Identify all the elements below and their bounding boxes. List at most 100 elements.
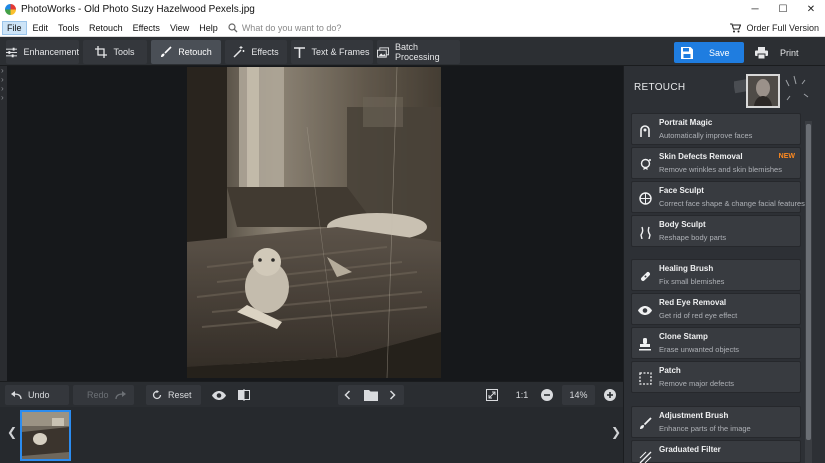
tab-batch-processing[interactable]: Batch Processing: [377, 40, 460, 64]
chevron-right-icon[interactable]: [389, 390, 396, 400]
redo-button[interactable]: Redo: [73, 385, 134, 405]
redo-icon: [114, 390, 126, 399]
tab-enhancement[interactable]: Enhancement: [6, 40, 79, 64]
eye-icon: [212, 390, 226, 400]
folder-icon[interactable]: [364, 389, 378, 401]
tool-face-sculpt[interactable]: Face Sculpt Correct face shape & change …: [631, 181, 805, 213]
tool-title: Skin Defects Removal: [659, 152, 743, 161]
undo-label: Undo: [28, 390, 50, 400]
tool-adjustment-brush[interactable]: Adjustment Brush Enhance parts of the im…: [631, 406, 801, 438]
menu-tools[interactable]: Tools: [54, 22, 83, 34]
tool-title: Face Sculpt: [659, 186, 704, 195]
compare-split-icon: [238, 389, 250, 401]
app-logo-icon: [5, 4, 16, 15]
magic-wand-icon: [233, 46, 245, 58]
tool-description: Enhance parts of the image: [659, 424, 751, 433]
compare-button[interactable]: [232, 385, 258, 405]
order-full-version[interactable]: Order Full Version: [730, 19, 819, 37]
tab-tools[interactable]: Tools: [83, 40, 147, 64]
tab-retouch[interactable]: Retouch: [151, 40, 221, 64]
zoom-in-button[interactable]: [598, 385, 624, 405]
tool-title: Red Eye Removal: [659, 298, 727, 307]
command-search[interactable]: What do you want to do?: [228, 22, 341, 33]
stamp-icon: [637, 336, 653, 352]
menu-effects[interactable]: Effects: [129, 22, 164, 34]
images-icon: [377, 46, 390, 58]
tab-batch-processing-label: Batch Processing: [395, 42, 440, 62]
body-sculpt-icon: [637, 224, 653, 240]
print-button[interactable]: Print: [752, 42, 818, 63]
tool-graduated-filter[interactable]: Graduated Filter: [631, 440, 801, 463]
minimize-button[interactable]: ─: [741, 0, 769, 19]
bandage-icon: [637, 268, 653, 284]
face-sculpt-icon: [637, 190, 653, 206]
tool-red-eye-removal[interactable]: Red Eye Removal Get rid of red eye effec…: [631, 293, 801, 325]
tool-portrait-magic[interactable]: Portrait Magic Automatically improve fac…: [631, 113, 801, 145]
save-label: Save: [709, 47, 730, 58]
chevron-right-icon: ›: [1, 75, 4, 84]
menu-file[interactable]: File: [2, 20, 27, 35]
preview-toggle-button[interactable]: [206, 385, 232, 405]
tool-description: Correct face shape & change facial featu…: [659, 199, 805, 208]
save-button[interactable]: Save: [674, 42, 744, 63]
chevron-right-icon: ›: [1, 66, 4, 75]
tool-title: Body Sculpt: [659, 220, 706, 229]
plus-circle-icon: [604, 389, 616, 401]
zoom-out-button[interactable]: [535, 385, 561, 405]
graduated-filter-icon: [637, 449, 653, 463]
actual-size-button[interactable]: 1:1: [510, 385, 534, 405]
new-badge: NEW: [778, 153, 795, 160]
chevron-right-icon: ›: [1, 84, 4, 93]
tool-healing-brush[interactable]: Healing Brush Fix small blemishes: [631, 259, 801, 291]
title-bar: PhotoWorks - Old Photo Suzy Hazelwood Pe…: [0, 0, 825, 19]
maximize-button[interactable]: ☐: [769, 0, 797, 19]
tab-effects-label: Effects: [251, 47, 279, 57]
reset-button[interactable]: Reset: [146, 385, 201, 405]
tool-body-sculpt[interactable]: Body Sculpt Reshape body parts: [631, 215, 801, 247]
tool-title: Patch: [659, 366, 681, 375]
tab-text-frames-label: Text & Frames: [311, 47, 370, 57]
tab-text-frames[interactable]: Text & Frames: [291, 40, 373, 64]
close-button[interactable]: ✕: [797, 0, 825, 19]
filmstrip-thumbnail[interactable]: [20, 410, 71, 461]
tool-description: Get rid of red eye effect: [659, 311, 738, 320]
menu-bar: File Edit Tools Retouch Effects View Hel…: [0, 19, 825, 37]
tool-clone-stamp[interactable]: Clone Stamp Erase unwanted objects: [631, 327, 801, 359]
tool-skin-defects-removal[interactable]: Skin Defects Removal Remove wrinkles and…: [631, 147, 801, 179]
chevron-left-icon[interactable]: [344, 390, 351, 400]
crop-icon: [95, 46, 108, 58]
redo-label: Redo: [87, 390, 109, 400]
zoom-level[interactable]: 14%: [562, 385, 595, 405]
cart-icon: [730, 23, 742, 33]
bottom-toolbar: Undo Redo Reset 1:1 14%: [0, 381, 623, 407]
undo-button[interactable]: Undo: [5, 385, 69, 405]
left-collapse-strip[interactable]: › › › ›: [0, 66, 7, 381]
reset-label: Reset: [168, 390, 192, 400]
panel-scrollbar-thumb[interactable]: [806, 124, 811, 440]
sliders-icon: [6, 47, 18, 57]
tab-tools-label: Tools: [113, 47, 135, 57]
tool-title: Adjustment Brush: [659, 411, 729, 420]
print-label: Print: [780, 47, 799, 58]
filmstrip-next-icon[interactable]: ❯: [611, 425, 621, 439]
window-title: PhotoWorks - Old Photo Suzy Hazelwood Pe…: [21, 4, 255, 15]
window-controls: ─ ☐ ✕: [741, 0, 825, 19]
menu-edit[interactable]: Edit: [29, 22, 53, 34]
printer-icon: [755, 46, 768, 59]
reset-icon: [152, 390, 162, 400]
menu-help[interactable]: Help: [195, 22, 222, 34]
tool-description: Remove wrinkles and skin blemishes: [659, 165, 782, 174]
menu-view[interactable]: View: [166, 22, 193, 34]
fit-to-screen-button[interactable]: [480, 385, 506, 405]
panel-header: RETOUCH: [624, 66, 825, 108]
menu-retouch[interactable]: Retouch: [85, 22, 127, 34]
edited-photo: [187, 67, 441, 378]
tool-description: Automatically improve faces: [659, 131, 753, 140]
tool-patch[interactable]: Patch Remove major defects: [631, 361, 801, 393]
filmstrip-prev-icon[interactable]: ❮: [7, 425, 17, 439]
search-icon: [228, 22, 238, 32]
tab-retouch-label: Retouch: [178, 47, 212, 57]
tab-effects[interactable]: Effects: [225, 40, 287, 64]
fit-screen-icon: [486, 389, 498, 401]
retouch-panel: RETOUCH Portrait Magic Automatically imp…: [623, 66, 825, 463]
